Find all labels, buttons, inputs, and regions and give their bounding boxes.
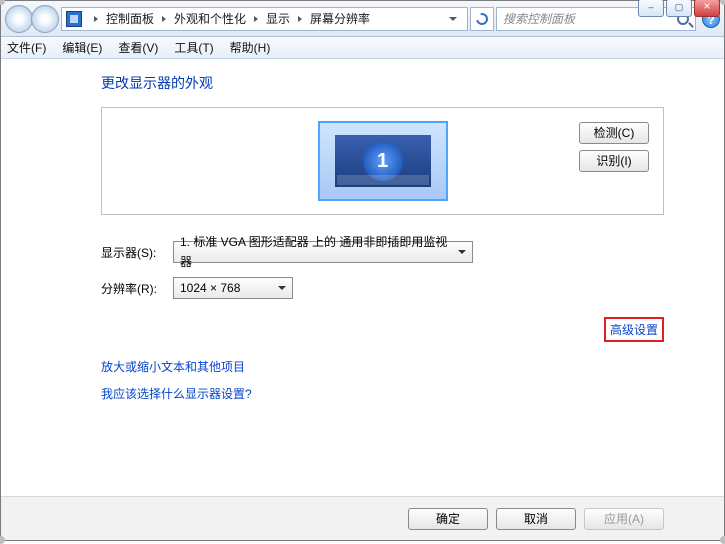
- minimize-button[interactable]: –: [638, 0, 664, 17]
- maximize-button[interactable]: ▢: [666, 0, 692, 17]
- chevron-down-icon: [278, 286, 286, 290]
- crumb-resolution[interactable]: 屏幕分辨率: [310, 10, 370, 27]
- ok-button[interactable]: 确定: [408, 508, 488, 530]
- corner-dot: [720, 536, 725, 544]
- resolution-label: 分辨率(R):: [101, 280, 173, 297]
- control-panel-icon: [66, 11, 82, 27]
- menu-tools[interactable]: 工具(T): [174, 39, 213, 56]
- advanced-settings-link[interactable]: 高级设置: [610, 323, 658, 337]
- menu-edit[interactable]: 编辑(E): [62, 39, 102, 56]
- resolution-row: 分辨率(R): 1024 × 768: [101, 277, 664, 299]
- resolution-select[interactable]: 1024 × 768: [173, 277, 293, 299]
- chevron-right-icon: [94, 16, 98, 22]
- display-label: 显示器(S):: [101, 244, 173, 261]
- detect-button[interactable]: 检测(C): [579, 122, 649, 144]
- monitor-screen: 1: [335, 135, 431, 187]
- breadcrumb[interactable]: 控制面板 外观和个性化 显示 屏幕分辨率: [61, 7, 468, 31]
- explorer-window: – ▢ × 控制面板 外观和个性化 显示 屏幕分辨率 搜索控制面板: [0, 0, 725, 541]
- crumb-display[interactable]: 显示: [266, 10, 290, 27]
- nav-buttons: [5, 5, 57, 33]
- display-select[interactable]: 1. 标准 VGA 图形适配器 上的 通用非即插即用监视器: [173, 241, 473, 263]
- chevron-down-icon: [458, 250, 466, 254]
- resolution-select-value: 1024 × 768: [180, 278, 240, 298]
- corner-dot: [0, 536, 5, 544]
- menu-view[interactable]: 查看(V): [118, 39, 158, 56]
- refresh-icon: [474, 10, 490, 26]
- dialog-button-bar: 确定 取消 应用(A): [1, 496, 724, 540]
- content-area: 更改显示器的外观 1 检测(C) 识别(I) 显示器(S): 1. 标准 VGA…: [1, 59, 724, 540]
- display-preview-frame: 1 检测(C) 识别(I): [101, 107, 664, 215]
- menu-help[interactable]: 帮助(H): [230, 39, 271, 56]
- chevron-right-icon: [162, 16, 166, 22]
- which-settings-link[interactable]: 我应该选择什么显示器设置?: [101, 385, 664, 402]
- crumb-appearance[interactable]: 外观和个性化: [174, 10, 246, 27]
- page-title: 更改显示器的外观: [101, 73, 664, 93]
- monitor-thumbnail[interactable]: 1: [318, 121, 448, 201]
- taskbar-glow: [337, 175, 429, 185]
- menu-file[interactable]: 文件(F): [7, 39, 46, 56]
- display-row: 显示器(S): 1. 标准 VGA 图形适配器 上的 通用非即插即用监视器: [101, 241, 664, 263]
- identify-button[interactable]: 识别(I): [579, 150, 649, 172]
- crumb-control-panel[interactable]: 控制面板: [106, 10, 154, 27]
- menu-bar: 文件(F) 编辑(E) 查看(V) 工具(T) 帮助(H): [1, 37, 724, 59]
- back-button[interactable]: [5, 5, 33, 33]
- highlight-box: 高级设置: [604, 317, 664, 342]
- chevron-right-icon: [298, 16, 302, 22]
- window-controls: – ▢ ×: [638, 0, 720, 17]
- forward-button[interactable]: [31, 5, 59, 33]
- apply-button: 应用(A): [584, 508, 664, 530]
- search-placeholder: 搜索控制面板: [503, 10, 575, 27]
- close-button[interactable]: ×: [694, 0, 720, 17]
- display-select-value: 1. 标准 VGA 图形适配器 上的 通用非即插即用监视器: [180, 232, 454, 272]
- chevron-right-icon: [254, 16, 258, 22]
- refresh-button[interactable]: [470, 7, 494, 31]
- chevron-down-icon[interactable]: [449, 17, 457, 21]
- corner-dot: [720, 0, 725, 5]
- address-bar-row: 控制面板 外观和个性化 显示 屏幕分辨率 搜索控制面板 ?: [1, 1, 724, 37]
- content-inner: 更改显示器的外观 1 检测(C) 识别(I) 显示器(S): 1. 标准 VGA…: [1, 73, 724, 496]
- textsize-link[interactable]: 放大或缩小文本和其他项目: [101, 358, 664, 375]
- cancel-button[interactable]: 取消: [496, 508, 576, 530]
